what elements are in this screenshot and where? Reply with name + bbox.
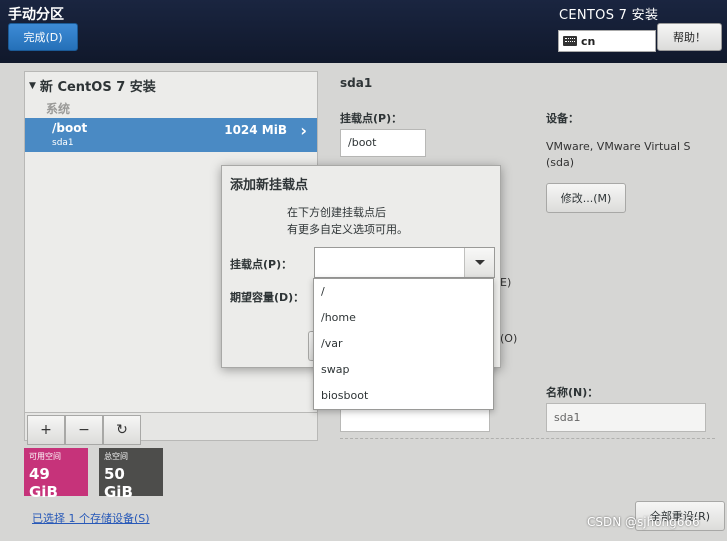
system-group-label: 系统 bbox=[46, 102, 71, 116]
dialog-description-line2: 有更多自定义选项可用。 bbox=[287, 223, 408, 236]
dialog-mount-point-label: 挂载点(P)： bbox=[230, 258, 293, 271]
help-button[interactable]: 帮助！ bbox=[657, 23, 722, 51]
device-label: 设备： bbox=[546, 112, 579, 125]
available-space-label: 可用空间 bbox=[29, 452, 61, 461]
partition-mount-point: /boot bbox=[52, 121, 88, 135]
partition-device: sda1 bbox=[52, 138, 74, 148]
mount-point-combobox[interactable] bbox=[314, 247, 495, 278]
dropdown-item-root[interactable]: / bbox=[314, 279, 493, 305]
total-space-value: 50 GiB bbox=[104, 465, 133, 501]
dropdown-item-biosboot[interactable]: biosboot bbox=[314, 383, 493, 409]
chevron-down-icon bbox=[474, 260, 485, 265]
mount-point-dropdown: / /home /var swap biosboot bbox=[313, 278, 494, 410]
done-button[interactable]: 完成(D) bbox=[8, 23, 78, 51]
device-value-line1: VMware, VMware Virtual S bbox=[546, 140, 691, 153]
watermark: CSDN @sjhong666 bbox=[587, 515, 700, 529]
keyboard-icon bbox=[563, 36, 577, 46]
dialog-title: 添加新挂载点 bbox=[230, 178, 309, 193]
partition-row-boot[interactable]: /boot sda1 1024 MiB › bbox=[25, 118, 317, 152]
obscured-label-e: E) bbox=[500, 276, 512, 289]
refresh-button[interactable]: ↻ bbox=[103, 415, 141, 445]
device-value: VMware, VMware Virtual S (sda) bbox=[546, 139, 691, 171]
install-section-header[interactable]: ▼ 新 CentOS 7 安装 bbox=[29, 76, 156, 95]
partition-toolbar: + − ↻ bbox=[25, 412, 317, 445]
total-space-badge: 总空间 50 GiB bbox=[99, 448, 163, 501]
modify-device-button[interactable]: 修改...(M) bbox=[546, 183, 626, 213]
expander-down-icon[interactable]: ▼ bbox=[29, 81, 36, 91]
dialog-description: 在下方创建挂载点后 有更多自定义选项可用。 bbox=[287, 204, 408, 238]
dropdown-item-var[interactable]: /var bbox=[314, 331, 493, 357]
name-label: 名称(N)： bbox=[546, 386, 599, 399]
dropdown-item-home[interactable]: /home bbox=[314, 305, 493, 331]
mount-point-field[interactable]: /boot bbox=[340, 129, 426, 157]
total-space-label: 总空间 bbox=[104, 452, 128, 461]
dropdown-item-swap[interactable]: swap bbox=[314, 357, 493, 383]
partition-details-title: sda1 bbox=[340, 76, 373, 90]
available-space-badge: 可用空间 49 GiB bbox=[24, 448, 88, 501]
dialog-description-line1: 在下方创建挂载点后 bbox=[287, 206, 386, 219]
name-field[interactable]: sda1 bbox=[546, 403, 706, 432]
divider bbox=[340, 438, 715, 439]
partition-size: 1024 MiB bbox=[224, 123, 287, 137]
top-bar: 手动分区 完成(D) CENTOS 7 安装 cn 帮助！ bbox=[0, 0, 727, 63]
combobox-toggle[interactable] bbox=[464, 248, 494, 277]
page-title: 手动分区 bbox=[8, 7, 64, 23]
remove-partition-button[interactable]: − bbox=[65, 415, 103, 445]
obscured-label-o: (O) bbox=[500, 332, 518, 345]
mount-point-label: 挂载点(P)： bbox=[340, 112, 403, 125]
device-value-line2: (sda) bbox=[546, 156, 575, 169]
chevron-right-icon: › bbox=[300, 121, 307, 140]
available-space-value: 49 GiB bbox=[29, 465, 58, 501]
add-partition-button[interactable]: + bbox=[27, 415, 65, 445]
product-title: CENTOS 7 安装 bbox=[559, 8, 659, 23]
keyboard-layout-label: cn bbox=[581, 34, 596, 48]
install-section-title: 新 CentOS 7 安装 bbox=[39, 80, 156, 95]
keyboard-layout-indicator[interactable]: cn bbox=[558, 30, 656, 52]
desired-capacity-label: 期望容量(D)： bbox=[230, 291, 305, 304]
selected-storage-link[interactable]: 已选择 1 个存储设备(S) bbox=[32, 510, 150, 526]
